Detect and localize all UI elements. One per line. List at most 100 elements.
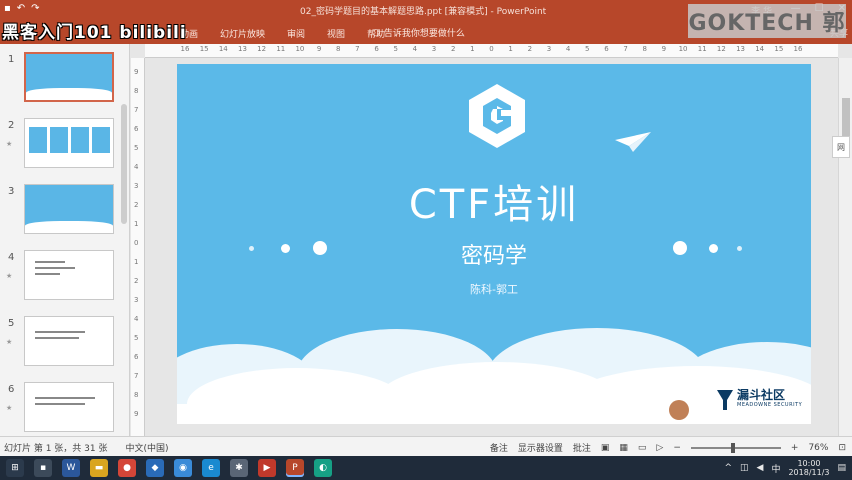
display-settings-button[interactable]: 显示器设置 [518,441,563,454]
ruler-tick: 4 [565,45,571,53]
community-logo: 漏斗社区 MEADOWNE SECURITY [715,386,807,416]
fit-slide-icon[interactable]: ⊡ [838,443,846,453]
thumbnail-card [29,127,47,153]
thumbnail-text-line [35,403,85,405]
thumbnail-row[interactable]: 2 ★ [0,114,130,174]
ruler-tick: 9 [661,45,667,53]
ruler-tick: 13 [736,45,745,53]
thumbnail-slide-5[interactable] [24,316,114,366]
save-icon[interactable]: ▪ [4,3,11,14]
zoom-in-button[interactable]: + [791,443,799,453]
app2-icon[interactable]: ◉ [174,459,192,477]
slide-author[interactable]: 陈科-郭工 [177,281,811,297]
folder-icon[interactable]: ▬ [90,459,108,477]
zoom-slider[interactable] [690,442,781,453]
ruler-tick: 0 [134,239,139,247]
reading-view-icon[interactable]: ▭ [638,443,647,453]
app-icon[interactable]: ◆ [146,459,164,477]
community-name: 漏斗社区 [737,388,786,402]
slide-subtitle[interactable]: 密码学 [177,238,811,270]
thumbnail-row[interactable]: 3 [0,180,130,240]
thumbnail-number: 1 [8,54,15,65]
language-indicator[interactable]: 中文(中国) [125,441,168,454]
g-logo-icon [469,84,525,148]
notification-icon[interactable]: ▤ [837,463,846,473]
ruler-tick: 14 [218,45,228,53]
thumbnail-wave [26,88,112,100]
thumbnail-card [50,127,68,153]
thumbnail-text-line [35,261,65,263]
ruler-tick: 2 [450,45,456,53]
ruler-tick: 5 [134,334,139,342]
settings-icon[interactable]: ✱ [230,459,248,477]
app3-icon[interactable]: ◐ [314,459,332,477]
document-title: 02_密码学题目的基本解题思路.ppt [兼容模式] - PowerPoint [300,7,547,17]
tab-slideshow[interactable]: 幻灯片放映 [220,27,265,40]
thumbnail-text-line [35,337,79,339]
notes-button[interactable]: 备注 [490,441,508,454]
paper-plane-icon [615,132,651,152]
windows-icon[interactable]: ⊞ [6,459,24,477]
volume-icon[interactable]: ◀ [757,463,764,473]
tab-review[interactable]: 审阅 [287,27,305,40]
ruler-tick: 16 [793,45,803,53]
ruler-tick: 12 [716,45,726,53]
animation-star-icon: ★ [6,338,13,346]
browser-icon[interactable]: e [202,459,220,477]
chevron-up-icon[interactable]: ^ [724,463,732,473]
quick-access-toolbar: ▪ ↶ ↷ [4,3,40,14]
powerpoint-icon[interactable]: P [286,459,304,477]
ruler-tick: 6 [604,45,609,53]
status-left: 幻灯片 第 1 张，共 31 张 中文(中国) [4,441,169,454]
word-icon[interactable]: W [62,459,80,477]
ruler-tick: 7 [355,45,360,53]
thumbnail-card [71,127,89,153]
ruler-tick: 8 [642,45,647,53]
thumbnail-row[interactable]: 5 ★ [0,312,130,372]
ime-indicator[interactable]: 中 [771,462,780,475]
thumbnail-slide-2[interactable] [24,118,114,168]
comments-button[interactable]: 批注 [573,441,591,454]
thumbnail-scrollbar[interactable] [121,104,127,224]
undo-icon[interactable]: ↶ [17,3,25,14]
zoom-out-button[interactable]: − [673,443,681,453]
slide-canvas[interactable]: CTF培训 密码学 陈科-郭工 漏斗社区 MEADOWNE SECURITY [177,64,811,424]
thumbnail-slide-6[interactable] [24,382,114,432]
chrome-icon[interactable]: ● [118,459,136,477]
thumbnail-slide-3[interactable] [24,184,114,234]
media-icon[interactable]: ▶ [258,459,276,477]
slide-sorter-icon[interactable]: ▦ [619,443,628,453]
thumbnail-number: 3 [8,186,15,197]
thumbnail-row[interactable]: 4 ★ [0,246,130,306]
slide-title[interactable]: CTF培训 [177,172,811,230]
brand-logo: GOKTECH 郭 [688,4,846,38]
ruler-tick: 11 [276,45,286,53]
ruler-tick: 3 [134,296,139,304]
side-panel-button[interactable]: 网 [832,136,850,158]
tell-me-search[interactable]: ○ 告诉我你想要做什么 [372,26,465,40]
redo-icon[interactable]: ↷ [31,3,39,14]
slide-thumbnail-panel: 1 2 ★ 3 4 ★ 5 ★ 6 ★ [0,44,130,436]
ruler-tick: 6 [134,125,139,133]
tab-view[interactable]: 视图 [327,27,345,40]
zoom-knob[interactable] [730,442,735,453]
vertical-scrollbar[interactable] [838,58,852,436]
thumbnail-number: 4 [8,252,15,263]
ruler-tick: 9 [316,45,322,53]
thumbnail-number: 6 [8,384,15,395]
normal-view-icon[interactable]: ▣ [601,443,610,453]
thumbnail-row[interactable]: 1 [0,48,130,108]
clock[interactable]: 10:00 2018/11/3 [788,459,829,477]
thumbnail-row[interactable]: 6 ★ [0,378,130,438]
network-icon[interactable]: ◫ [740,463,749,473]
ruler-tick: 4 [134,315,139,323]
ruler-tick: 16 [180,45,190,53]
windows-taskbar: ⊞ ▪ W ▬ ● ◆ ◉ e ✱ ▶ P ◐ ^ ◫ ◀ 中 10:00 2018/11/3 ▤ [0,456,852,480]
taskbar-apps: ⊞ ▪ W ▬ ● ◆ ◉ e ✱ ▶ P ◐ [6,459,332,477]
thumbnail-slide-4[interactable] [24,250,114,300]
terminal-icon[interactable]: ▪ [34,459,52,477]
zoom-level[interactable]: 76% [808,443,828,453]
thumbnail-slide-1[interactable] [24,52,114,102]
slideshow-icon[interactable]: ▷ [656,443,663,453]
ruler-tick: 8 [134,87,139,95]
